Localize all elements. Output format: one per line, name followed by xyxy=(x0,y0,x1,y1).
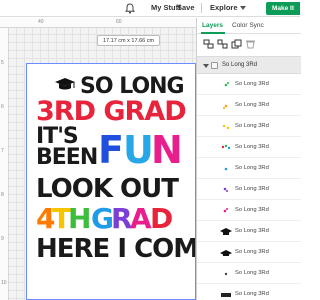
layer-row[interactable]: So Long 3Rd xyxy=(197,285,301,300)
layer-row[interactable]: So Long 3Rd xyxy=(197,159,301,179)
layer-row[interactable]: So Long 3Rd xyxy=(197,201,301,221)
layer-label: So Long 3Rd xyxy=(235,249,269,255)
layer-label: So Long 3Rd xyxy=(235,102,269,108)
layer-label: So Long 3Rd xyxy=(235,228,269,234)
layer-label: So Long 3Rd xyxy=(235,207,269,213)
trash-icon[interactable] xyxy=(245,39,256,49)
bell-icon[interactable] xyxy=(125,3,135,14)
ruler-tick-label: 40 xyxy=(38,19,44,25)
layer-row[interactable]: So Long 3Rd xyxy=(197,75,301,95)
layer-label: So Long 3Rd xyxy=(235,123,269,129)
duplicate-icon[interactable] xyxy=(231,39,242,49)
layer-group-label: So Long 3Rd xyxy=(222,62,258,68)
layers-toolbar xyxy=(197,35,301,55)
graduation-cap-thumbnail-icon xyxy=(220,228,232,235)
dots-thumbnail-icon xyxy=(221,144,231,150)
ruler-tick-label: 10 xyxy=(1,280,7,286)
layer-group-row[interactable]: So Long 3Rd xyxy=(197,56,301,74)
ruler-tick-label: 7 xyxy=(1,148,4,154)
save-button[interactable]: Save xyxy=(177,3,195,12)
selection-frame[interactable] xyxy=(26,63,196,300)
layer-label: So Long 3Rd xyxy=(235,144,269,150)
ruler-horizontal: 40 60 xyxy=(0,18,196,28)
dots-thumbnail-icon xyxy=(223,187,228,192)
layer-label: So Long 3Rd xyxy=(235,270,269,276)
dots-thumbnail-icon xyxy=(222,124,230,130)
ruler-tick-label: 9 xyxy=(1,236,4,242)
layer-row[interactable]: So Long 3Rd xyxy=(197,222,301,242)
layer-row[interactable]: So Long 3Rd xyxy=(197,117,301,137)
ruler-tick-label: 6 xyxy=(1,104,4,110)
layer-label: So Long 3Rd xyxy=(235,81,269,87)
text-thumbnail-icon xyxy=(221,293,231,297)
ruler-tick-label: 60 xyxy=(116,19,122,25)
chevron-down-icon[interactable] xyxy=(240,6,246,10)
layer-row[interactable]: So Long 3Rd xyxy=(197,138,301,158)
chevron-down-icon[interactable] xyxy=(203,64,209,68)
dots-thumbnail-icon xyxy=(224,167,228,171)
group-thumbnail-icon xyxy=(211,62,218,69)
ruler-tick-label: 5 xyxy=(1,60,4,66)
dots-thumbnail-icon xyxy=(223,104,228,109)
graduation-cap-thumbnail-icon xyxy=(220,250,232,256)
dots-thumbnail-icon xyxy=(224,82,229,87)
tab-layers[interactable]: Layers xyxy=(202,22,223,29)
tab-color-sync[interactable]: Color Sync xyxy=(232,22,264,29)
dots-thumbnail-icon xyxy=(223,208,228,213)
top-bar: My Stuff Save Explore Make It xyxy=(0,0,300,17)
topbar-divider xyxy=(201,3,202,13)
layer-row[interactable]: So Long 3Rd xyxy=(197,96,301,116)
group-icon[interactable] xyxy=(203,39,214,49)
layer-label: So Long 3Rd xyxy=(235,291,269,297)
dots-thumbnail-icon xyxy=(224,272,228,276)
make-it-button[interactable]: Make It xyxy=(266,2,300,15)
active-tab-indicator xyxy=(201,32,225,34)
ruler-tick-label: 8 xyxy=(1,192,4,198)
layers-panel: Layers Color Sync So Long 3Rd So Long 3R… xyxy=(196,18,301,300)
explore-menu[interactable]: Explore xyxy=(210,3,238,12)
layer-row[interactable]: So Long 3Rd xyxy=(197,243,301,263)
layer-label: So Long 3Rd xyxy=(235,165,269,171)
ungroup-icon[interactable] xyxy=(217,39,228,49)
layer-row[interactable]: So Long 3Rd xyxy=(197,264,301,284)
size-badge: 17.17 cm x 17.66 cm xyxy=(97,35,161,46)
layer-label: So Long 3Rd xyxy=(235,186,269,192)
panel-tabs: Layers Color Sync xyxy=(197,18,301,34)
ruler-vertical: 5 6 7 8 9 10 xyxy=(0,28,9,300)
layer-row[interactable]: So Long 3Rd xyxy=(197,180,301,200)
